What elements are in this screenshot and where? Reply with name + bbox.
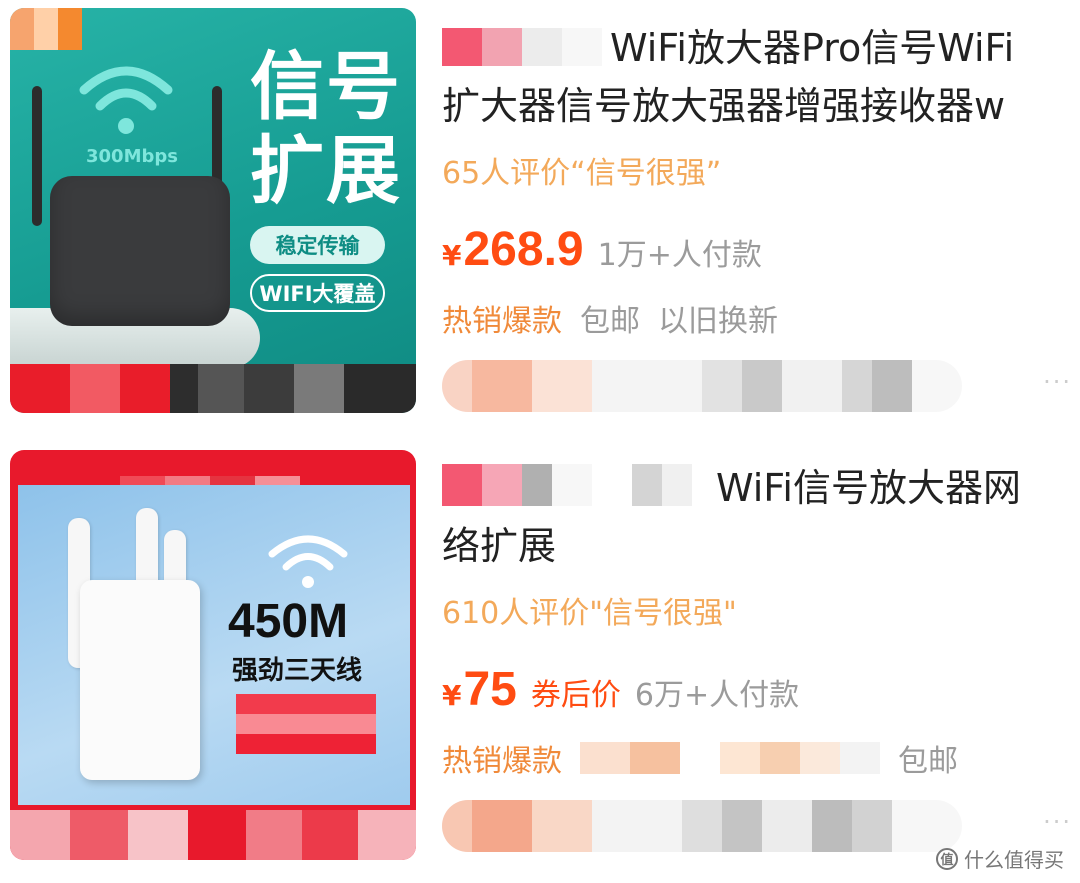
- antenna-left: [32, 86, 42, 226]
- review-summary[interactable]: 65人评价“信号很强”: [442, 148, 721, 192]
- image-slogan: 强劲三天线: [232, 656, 363, 686]
- shop-info-censored[interactable]: [442, 360, 962, 412]
- paid-count: 6万+人付款: [634, 678, 800, 713]
- product-title[interactable]: 扩大器信号放大强器增强接收器w: [442, 76, 1072, 136]
- price-note: 券后价: [530, 678, 621, 713]
- site-watermark: 值 什么值得买: [936, 844, 1064, 873]
- wifi-icon: [268, 535, 348, 588]
- censor-mosaic: [442, 28, 602, 66]
- wifi-speed-label: 300Mbps: [86, 146, 178, 167]
- tag-row: 热销爆款 包邮 以旧换新: [442, 296, 778, 340]
- image-badge: WIFI大覆盖: [250, 274, 385, 312]
- watermark-text: 什么值得买: [964, 848, 1064, 872]
- product-title[interactable]: WiFi放大器Pro信号WiFi: [610, 18, 1070, 78]
- censor-mosaic: [10, 810, 416, 860]
- router-device: [80, 580, 200, 780]
- logo-icon: 值: [936, 847, 958, 870]
- free-shipping-tag: 包邮: [898, 744, 958, 779]
- tag-row: 热销爆款 包邮: [442, 736, 958, 780]
- hot-tag: 热销爆款: [442, 744, 562, 779]
- censor-mosaic: [442, 464, 692, 506]
- image-headline: 信号: [250, 44, 402, 130]
- product-card[interactable]: 300Mbps 信号 扩展 稳定传输 WIFI大覆盖 WiFi放大器Pro信号W…: [0, 0, 1080, 440]
- censor-mosaic: [580, 742, 880, 774]
- price: 75: [463, 663, 517, 716]
- product-image[interactable]: 300Mbps 信号 扩展 稳定传输 WIFI大覆盖: [10, 8, 416, 413]
- paid-count: 1万+人付款: [597, 238, 762, 273]
- price-row: ¥75 券后价 6万+人付款: [442, 662, 799, 717]
- currency-symbol: ¥: [442, 679, 462, 712]
- censor-mosaic: [236, 694, 376, 754]
- product-title[interactable]: 络扩展: [442, 516, 1072, 576]
- price-row: ¥268.9 1万+人付款: [442, 222, 762, 277]
- censor-mosaic: [10, 364, 416, 413]
- image-badge: 稳定传输: [250, 226, 385, 264]
- product-image[interactable]: 450M 强劲三天线: [10, 450, 416, 860]
- router-device: [50, 176, 230, 326]
- review-summary[interactable]: 610人评价"信号很强": [442, 588, 737, 632]
- currency-symbol: ¥: [442, 239, 462, 272]
- free-shipping-tag: 包邮: [580, 304, 640, 339]
- censor-mosaic: [10, 8, 82, 50]
- more-icon[interactable]: ···: [1043, 808, 1072, 836]
- trade-in-tag: 以旧换新: [658, 304, 778, 339]
- more-icon[interactable]: ···: [1043, 368, 1072, 396]
- product-card[interactable]: 450M 强劲三天线 WiFi信号放大器网 络扩展 610人评价"信号很强" ¥…: [0, 440, 1080, 883]
- price: 268.9: [463, 223, 584, 276]
- image-headline: 扩展: [250, 128, 402, 214]
- image-speed: 450M: [228, 595, 349, 648]
- product-title[interactable]: WiFi信号放大器网: [716, 458, 1072, 518]
- shop-info-censored[interactable]: [442, 800, 962, 852]
- hot-tag: 热销爆款: [442, 304, 562, 339]
- wifi-icon: [79, 66, 173, 134]
